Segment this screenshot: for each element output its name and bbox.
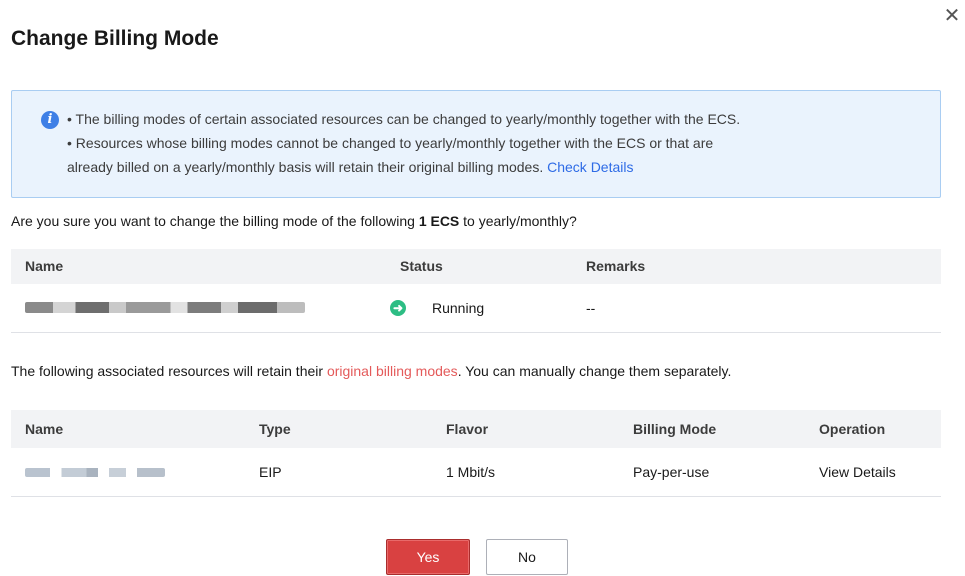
resources-table-header: Name Type Flavor Billing Mode Operation bbox=[11, 410, 941, 448]
info-line-3: already billed on a yearly/monthly basis… bbox=[67, 155, 634, 179]
billing-mode-text: Pay-per-use bbox=[633, 464, 710, 480]
table-row: ➜ Running -- bbox=[11, 284, 941, 333]
col-operation: Operation bbox=[819, 421, 886, 437]
redacted-ecs-name bbox=[25, 302, 305, 313]
change-billing-mode-dialog: Change Billing Mode ✕ i • The billing mo… bbox=[0, 0, 965, 576]
confirmation-question: Are you sure you want to change the bill… bbox=[11, 213, 577, 229]
type-text: EIP bbox=[259, 464, 282, 480]
flavor-text: 1 Mbit/s bbox=[446, 464, 496, 480]
yes-button[interactable]: Yes bbox=[386, 539, 470, 575]
info-line-1: • The billing modes of certain associate… bbox=[67, 111, 741, 127]
note-highlight: original billing modes bbox=[326, 363, 458, 379]
status-text: Running bbox=[432, 300, 485, 316]
close-icon[interactable]: ✕ bbox=[942, 6, 962, 26]
col-name: Name bbox=[25, 258, 64, 274]
view-details-link[interactable]: View Details bbox=[819, 448, 896, 496]
ecs-table-header: Name Status Remarks bbox=[11, 249, 941, 284]
info-banner: i • The billing modes of certain associa… bbox=[11, 90, 941, 198]
no-button[interactable]: No bbox=[486, 539, 568, 575]
col-name: Name bbox=[25, 421, 64, 437]
col-remarks: Remarks bbox=[586, 258, 646, 274]
col-billing-mode: Billing Mode bbox=[633, 421, 717, 437]
ecs-table: Name Status Remarks ➜ Running -- bbox=[11, 249, 941, 333]
redacted-resource-name bbox=[25, 468, 165, 477]
note-prefix: The following associated resources will … bbox=[11, 363, 324, 379]
table-row: EIP 1 Mbit/s Pay-per-use View Details bbox=[11, 448, 941, 497]
running-status-icon: ➜ bbox=[390, 300, 406, 316]
check-details-link[interactable]: Check Details bbox=[547, 159, 633, 175]
note-suffix: . You can manually change them separatel… bbox=[457, 363, 732, 379]
col-flavor: Flavor bbox=[446, 421, 489, 437]
info-line-2: • Resources whose billing modes cannot b… bbox=[67, 135, 714, 151]
associated-resources-table: Name Type Flavor Billing Mode Operation … bbox=[11, 410, 941, 498]
question-suffix: to yearly/monthly? bbox=[463, 213, 577, 229]
col-type: Type bbox=[259, 421, 291, 437]
associated-resources-note: The following associated resources will … bbox=[11, 363, 731, 379]
ecs-count: 1 ECS bbox=[418, 213, 460, 229]
info-line-3-text: already billed on a yearly/monthly basis… bbox=[67, 159, 544, 175]
info-icon: i bbox=[41, 111, 59, 129]
dialog-title: Change Billing Mode bbox=[11, 27, 219, 50]
col-status: Status bbox=[400, 258, 443, 274]
question-prefix: Are you sure you want to change the bill… bbox=[11, 213, 415, 229]
remarks-text: -- bbox=[586, 300, 596, 316]
